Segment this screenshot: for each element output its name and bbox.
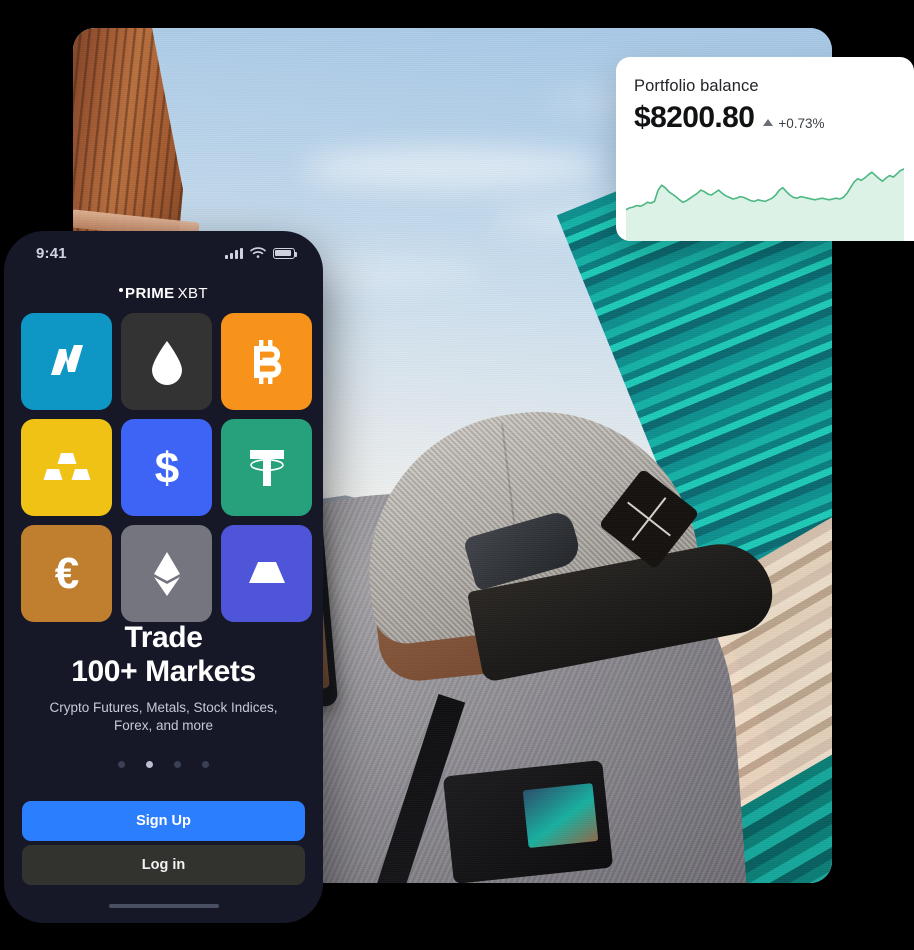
dollar-icon: $ [154,444,178,493]
gold-bars-icon [43,452,90,480]
tether-icon [249,449,284,486]
phone-status-bar: 9:41 [4,231,323,275]
euro-icon: € [54,549,78,598]
headline-line-2: 100+ Markets [71,655,256,688]
market-tile-nasdaq[interactable] [21,313,112,410]
market-tile-gold[interactable] [21,419,112,516]
phone-subtitle: Crypto Futures, Metals, Stock Indices, F… [28,699,299,735]
market-tile-usd[interactable]: $ [121,419,212,516]
logo-dot-icon [119,288,124,293]
balance-sparkline-chart [626,168,904,241]
camera-screen [522,783,599,849]
market-tile-tether[interactable] [221,419,312,516]
pagination-dot[interactable] [202,761,209,768]
svg-text:$: $ [154,444,178,493]
pagination-dot[interactable] [174,761,181,768]
market-tile-bitcoin[interactable] [221,313,312,410]
home-indicator [108,904,219,908]
trend-up-arrow-icon [763,119,774,126]
market-tile-oil[interactable] [121,313,212,410]
market-tile-euro[interactable]: € [21,525,112,622]
market-tile-ethereum[interactable] [121,525,212,622]
onboarding-pagination[interactable] [4,761,323,768]
oil-drop-icon [151,340,182,385]
portfolio-balance-card: Portfolio balance $8200.80 +0.73% [616,57,914,241]
log-in-button[interactable]: Log in [22,845,305,885]
screenshot-root: Portfolio balance $8200.80 +0.73% 9:41 P… [0,0,914,950]
nasdaq-icon [50,344,83,375]
phone-mockup: 9:41 PRIME XBT $ € Trade 100+ Markets Cr… [4,231,323,923]
portfolio-balance-row: $8200.80 +0.73% [634,101,825,135]
portfolio-balance-amount: $8200.80 [634,101,755,134]
prime-xbt-logo: PRIME XBT [4,285,323,302]
sign-up-button[interactable]: Sign Up [22,801,305,841]
headline-line-1: Trade [124,621,203,654]
cloud [303,148,603,188]
camera-body [442,759,614,883]
portfolio-balance-delta: +0.73% [763,116,825,131]
cellular-bars-icon [225,247,243,259]
logo-primary: PRIME [125,285,175,302]
pagination-dot[interactable] [118,761,125,768]
status-system-icons [225,247,298,259]
subtitle-line-2: Forex, and more [113,718,214,733]
status-time: 9:41 [36,244,67,262]
logo-secondary: XBT [177,285,208,302]
wifi-icon [250,247,266,258]
pagination-dot[interactable] [146,761,153,768]
svg-text:€: € [54,549,78,598]
ethereum-icon [153,551,180,596]
battery-icon [273,247,298,259]
trapezoid-icon [248,561,285,583]
bitcoin-icon [253,339,281,384]
market-tile-sp500[interactable] [221,525,312,622]
portfolio-balance-label: Portfolio balance [634,77,759,95]
subtitle-line-1: Crypto Futures, Metals, Stock Indices, [49,700,278,715]
market-tile-grid: $ € [21,313,312,622]
portfolio-delta-value: +0.73% [778,116,825,131]
phone-headline: Trade 100+ Markets [4,621,323,689]
